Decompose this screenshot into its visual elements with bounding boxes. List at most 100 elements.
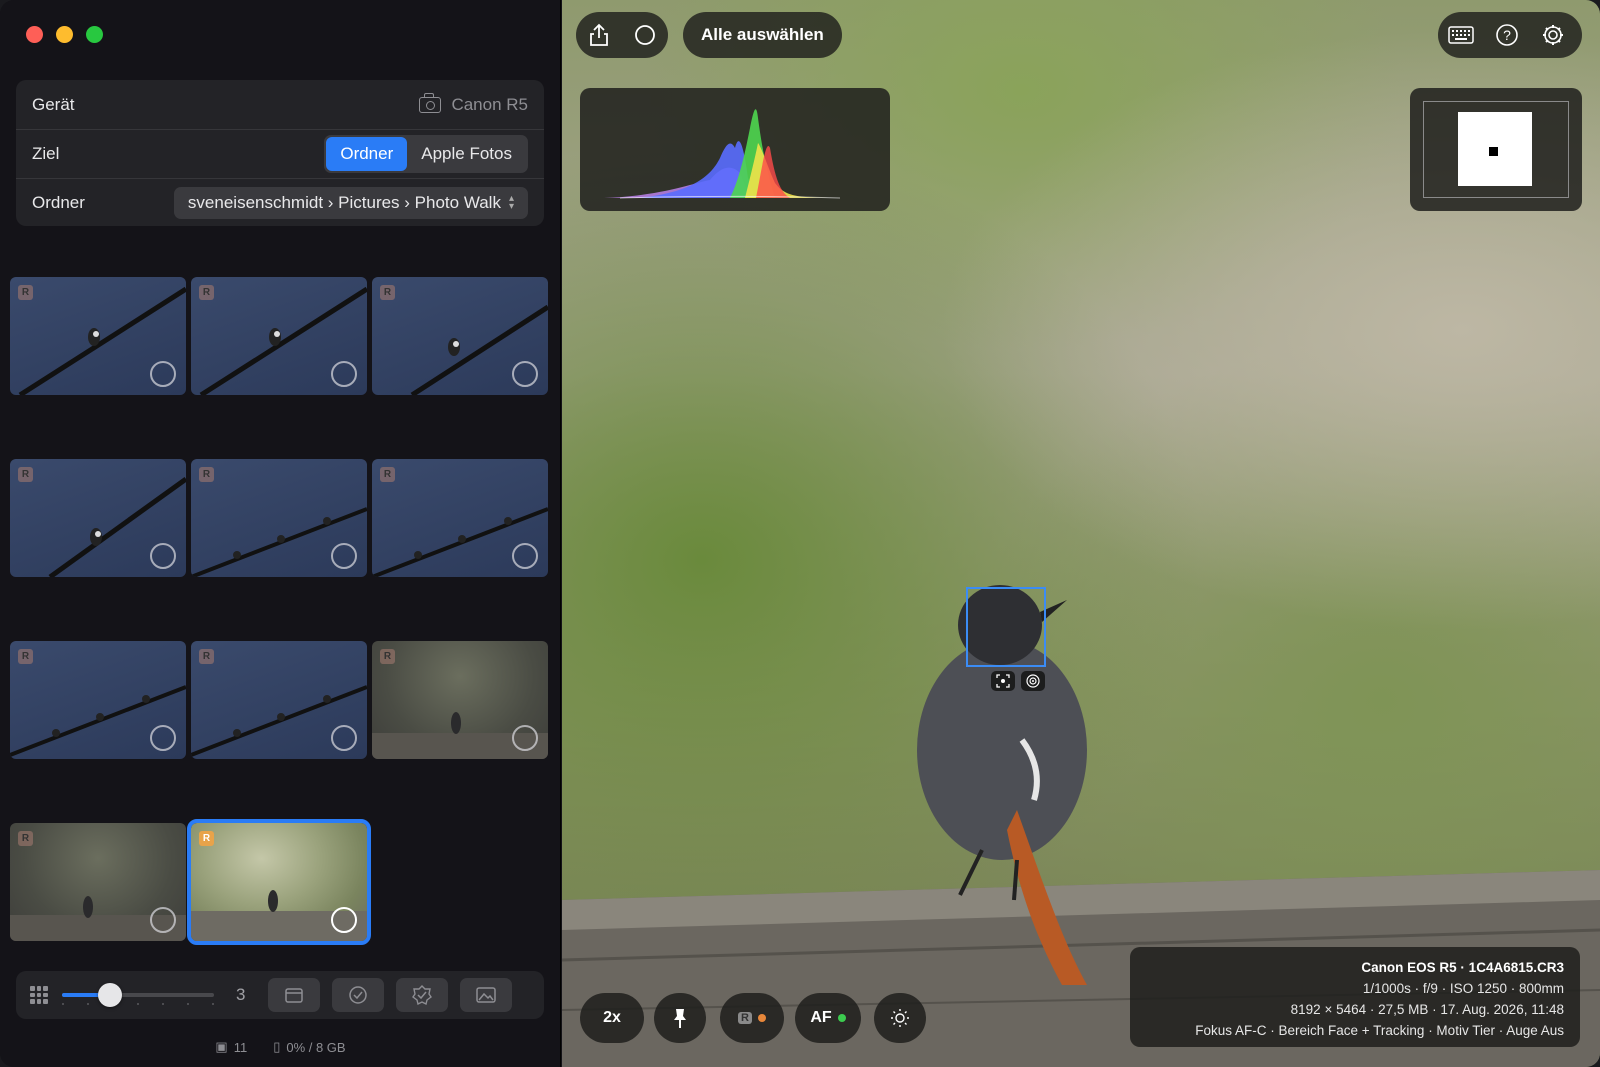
- chevron-updown-icon: ▴ ▾: [508, 193, 514, 212]
- af-label: AF: [810, 1009, 832, 1026]
- select-circle-button[interactable]: [512, 725, 538, 751]
- target-segmented-control: Ordner Apple Fotos: [324, 135, 528, 173]
- select-circle-button[interactable]: [331, 725, 357, 751]
- verified-filter-button[interactable]: [396, 978, 448, 1012]
- zoom-button[interactable]: 2x: [580, 993, 644, 1043]
- raw-badge: R: [18, 467, 33, 482]
- thumbnail-selected[interactable]: R: [187, 819, 371, 945]
- target-icon: [1026, 674, 1040, 688]
- circle-icon: [635, 25, 655, 45]
- share-button[interactable]: [576, 12, 622, 58]
- thumbnail[interactable]: R: [10, 823, 186, 941]
- thumbnail[interactable]: R: [10, 459, 186, 577]
- focus-info: Fokus AF-C · Bereich Face + Tracking · M…: [1195, 1023, 1564, 1038]
- device-value: Canon R5: [451, 94, 528, 114]
- file-info: 8192 × 5464 · 27,5 MB · 17. Aug. 2026, 1…: [1290, 1002, 1564, 1017]
- sun-icon: [891, 1009, 909, 1027]
- checkmark-seal-icon: [412, 985, 432, 1005]
- af-status-dot: [837, 1014, 846, 1022]
- raw-badge: R: [18, 285, 33, 300]
- help-button[interactable]: ?: [1484, 12, 1530, 58]
- thumbnail[interactable]: R: [191, 277, 367, 395]
- raw-badge: R: [380, 285, 395, 300]
- select-circle-button[interactable]: [150, 725, 176, 751]
- photo-count: ▣ 11: [215, 1039, 247, 1055]
- storage-icon: ▯: [273, 1039, 281, 1054]
- select-circle-button[interactable]: [150, 543, 176, 569]
- target-row: Ziel Ordner Apple Fotos: [16, 129, 544, 178]
- face-detect-button[interactable]: [991, 671, 1015, 691]
- checkmark-circle-icon: [349, 986, 367, 1004]
- column-count: 3: [236, 985, 246, 1004]
- photo-viewer: Alle auswählen ? 2x R AF Canon EOS R5 · …: [562, 0, 1600, 1067]
- thumbnail[interactable]: R: [10, 277, 186, 395]
- folder-label: Ordner: [32, 193, 85, 212]
- share-select-group: [576, 12, 668, 58]
- select-circle-button[interactable]: [331, 543, 357, 569]
- select-circle-button[interactable]: [512, 361, 538, 387]
- storage-value: 0% / 8 GB: [286, 1039, 346, 1055]
- svg-text:?: ?: [1503, 27, 1511, 43]
- keyboard-shortcuts-button[interactable]: [1438, 12, 1484, 58]
- folder-path-select[interactable]: sveneisenschmidt › Pictures › Photo Walk…: [173, 187, 528, 219]
- raw-badge: R: [380, 649, 395, 664]
- calendar-filter-button[interactable]: [268, 978, 320, 1012]
- target-option-ordner[interactable]: Ordner: [326, 137, 408, 171]
- device-row: Gerät Canon R5: [16, 80, 544, 129]
- app-window: Gerät Canon R5 Ziel Ordner Apple Fotos O…: [0, 0, 1600, 1067]
- select-toggle-button[interactable]: [622, 12, 668, 58]
- raw-badge: R: [18, 831, 33, 846]
- photo-icon: ▣: [215, 1039, 228, 1054]
- raw-status-dot: [757, 1014, 766, 1022]
- target-option-apple-fotos[interactable]: Apple Fotos: [407, 137, 526, 171]
- gear-icon: [1543, 25, 1563, 45]
- select-circle-button[interactable]: [150, 361, 176, 387]
- select-circle-button[interactable]: [331, 361, 357, 387]
- slider-knob[interactable]: [98, 983, 122, 1007]
- maximize-window-button[interactable]: [86, 26, 103, 43]
- settings-button[interactable]: [1530, 12, 1576, 58]
- raw-badge: R: [380, 467, 395, 482]
- raw-badge: R: [18, 649, 33, 664]
- af-toggle-button[interactable]: AF: [795, 993, 861, 1043]
- image-filter-button[interactable]: [460, 978, 512, 1012]
- window-controls: [26, 26, 103, 43]
- target-label: Ziel: [32, 144, 60, 163]
- calendar-icon: [285, 988, 303, 1003]
- af-point-box: [966, 587, 1046, 667]
- import-settings-panel: Gerät Canon R5 Ziel Ordner Apple Fotos O…: [16, 80, 544, 226]
- sidebar: Gerät Canon R5 Ziel Ordner Apple Fotos O…: [0, 0, 561, 1067]
- thumbnail[interactable]: R: [372, 277, 548, 395]
- top-right-tools: ?: [1438, 12, 1582, 58]
- thumbnail-size-slider[interactable]: [62, 983, 214, 1007]
- raw-badge: R: [199, 467, 214, 482]
- camera-icon: [419, 92, 442, 113]
- camera-and-filename: Canon EOS R5 · 1C4A6815.CR3: [1361, 960, 1564, 975]
- thumbnail[interactable]: R: [372, 459, 548, 577]
- thumbnail[interactable]: R: [191, 459, 367, 577]
- pin-button[interactable]: [654, 993, 706, 1043]
- selected-filter-button[interactable]: [332, 978, 384, 1012]
- raw-badge: R: [199, 649, 214, 664]
- thumbnail[interactable]: R: [191, 641, 367, 759]
- share-icon: [590, 23, 608, 46]
- pin-icon: [674, 1009, 686, 1028]
- raw-toggle-button[interactable]: R: [720, 993, 784, 1043]
- eye-detect-button[interactable]: [1021, 671, 1045, 691]
- select-circle-button[interactable]: [150, 907, 176, 933]
- thumbnail[interactable]: R: [372, 641, 548, 759]
- status-footer: ▣ 11 ▯ 0% / 8 GB: [0, 1039, 561, 1055]
- select-circle-button[interactable]: [331, 907, 357, 933]
- close-window-button[interactable]: [26, 26, 43, 43]
- raw-badge: R: [199, 831, 214, 846]
- folder-path-value: sveneisenschmidt › Pictures › Photo Walk: [187, 193, 501, 212]
- photo-icon: [476, 987, 496, 1003]
- keyboard-icon: [1448, 26, 1474, 44]
- select-circle-button[interactable]: [512, 543, 538, 569]
- navigator-panel[interactable]: [1410, 88, 1582, 211]
- raw-icon: R: [738, 1012, 752, 1024]
- minimize-window-button[interactable]: [56, 26, 73, 43]
- select-all-button[interactable]: Alle auswählen: [683, 12, 842, 58]
- thumbnail[interactable]: R: [10, 641, 186, 759]
- brightness-button[interactable]: [874, 993, 926, 1043]
